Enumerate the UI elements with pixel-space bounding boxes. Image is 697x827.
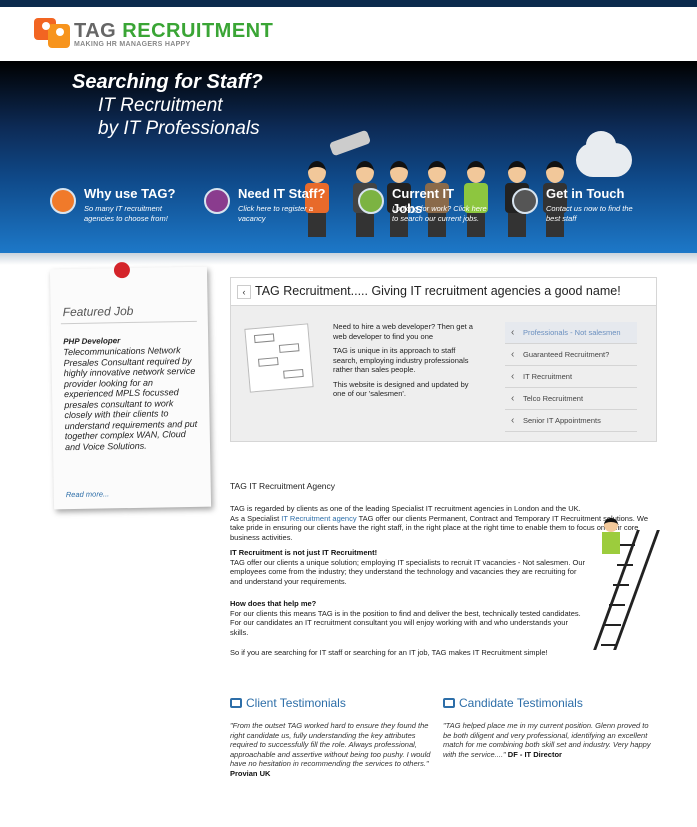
client-testimonials-heading: Client Testimonials [230, 696, 346, 710]
logo-icon[interactable] [34, 16, 72, 50]
chevron-left-icon[interactable]: ‹ [237, 285, 251, 299]
nav-title[interactable]: Need IT Staff? [238, 186, 325, 201]
hero-subline-2: by IT Professionals [98, 118, 260, 139]
tab-telco-recruitment[interactable]: Telco Recruitment [505, 388, 637, 410]
nav-why-use-tag[interactable]: Why use TAG? So many IT recruitment agen… [30, 186, 180, 232]
nav-get-in-touch[interactable]: Get in Touch Contact us now to find the … [492, 186, 642, 232]
nav-subtitle: Looking for work? Click here to search o… [392, 204, 487, 223]
feature-nav: Why use TAG? So many IT recruitment agen… [30, 186, 670, 236]
speech-bubble-icon [230, 698, 242, 708]
hero-subline-1: IT Recruitment [98, 95, 223, 116]
client-testimonial: "From the outset TAG worked hard to ensu… [230, 721, 431, 778]
phone-icon [512, 188, 538, 214]
climber-illustration [600, 518, 622, 568]
hero-headline: Searching for Staff? [72, 71, 263, 93]
slide-paragraph: Need to hire a web developer? Then get a… [333, 322, 473, 341]
testimonial-author: DF - IT Director [507, 749, 562, 759]
play-icon [358, 188, 384, 214]
checkmark-icon [50, 188, 76, 214]
featured-job-title: Featured Job [62, 303, 134, 320]
nav-subtitle: So many IT recruitment agencies to choos… [84, 204, 168, 223]
subheading: How does that help me? [230, 599, 317, 608]
speech-bubble-icon [443, 698, 455, 708]
tab-professionals-not-salesmen[interactable]: Professionals - Not salesmen [505, 322, 637, 344]
section-heading: TAG IT Recruitment Agency [230, 481, 336, 491]
cloud-illustration [576, 131, 632, 177]
pushpin-icon [113, 261, 131, 279]
nav-need-it-staff[interactable]: Need IT Staff? Click here to register a … [184, 186, 334, 232]
section-block: IT Recruitment is not just IT Recruitmen… [230, 548, 586, 586]
testimonial-author: Provian UK [230, 768, 271, 778]
hero-shadow [0, 253, 697, 265]
read-more-link[interactable]: Read more... [66, 489, 110, 499]
tab-senior-it-appointments[interactable]: Senior IT Appointments [505, 410, 637, 432]
top-bar [0, 0, 697, 7]
slide-text: Need to hire a web developer? Then get a… [333, 322, 481, 404]
section-block: How does that help me? For our clients t… [230, 599, 581, 637]
divider [60, 320, 197, 325]
box-header: ‹ TAG Recruitment..... Giving IT recruit… [231, 278, 656, 306]
slide-paragraph: TAG is unique in its approach to staff s… [333, 346, 469, 374]
intro-slider-box: ‹ TAG Recruitment..... Giving IT recruit… [230, 277, 657, 442]
telescope-illustration [328, 129, 372, 157]
job-description: Telecommunications Network Presales Cons… [63, 345, 198, 452]
tab-it-recruitment[interactable]: IT Recruitment [505, 366, 637, 388]
nav-subtitle: Contact us now to find the best staff [546, 204, 633, 223]
nav-subtitle: Click here to register a vacancy [238, 204, 314, 223]
nav-current-it-jobs[interactable]: Current IT Jobs Looking for work? Click … [338, 186, 488, 232]
candidate-testimonial: "TAG helped place me in my current posit… [443, 721, 651, 759]
flowchart-illustration [244, 323, 314, 393]
it-recruitment-agency-link[interactable]: IT Recruitment agency [281, 514, 356, 523]
nav-title[interactable]: Get in Touch [546, 186, 624, 201]
nav-title[interactable]: Why use TAG? [84, 186, 175, 201]
pen-icon [204, 188, 230, 214]
subheading: IT Recruitment is not just IT Recruitmen… [230, 548, 378, 557]
site-header: TAG RECRUITMENT MAKING HR MANAGERS HAPPY [0, 7, 697, 61]
tab-guaranteed-recruitment[interactable]: Guaranteed Recruitment? [505, 344, 637, 366]
box-title: TAG Recruitment..... Giving IT recruitme… [255, 284, 621, 298]
logo-tagline: MAKING HR MANAGERS HAPPY [74, 41, 191, 48]
logo-text[interactable]: TAG RECRUITMENT [74, 20, 273, 43]
featured-job-card: Featured Job PHP Developer Telecommunica… [49, 261, 212, 510]
slide-tabs: Professionals - Not salesmen Guaranteed … [505, 322, 637, 432]
slide-paragraph: This website is designed and updated by … [333, 379, 469, 399]
candidate-testimonials-heading: Candidate Testimonials [443, 696, 583, 710]
intro-paragraph: TAG is regarded by clients as one of the… [230, 504, 648, 542]
closing-paragraph: So if you are searching for IT staff or … [230, 648, 548, 657]
job-role: PHP Developer [63, 336, 121, 347]
